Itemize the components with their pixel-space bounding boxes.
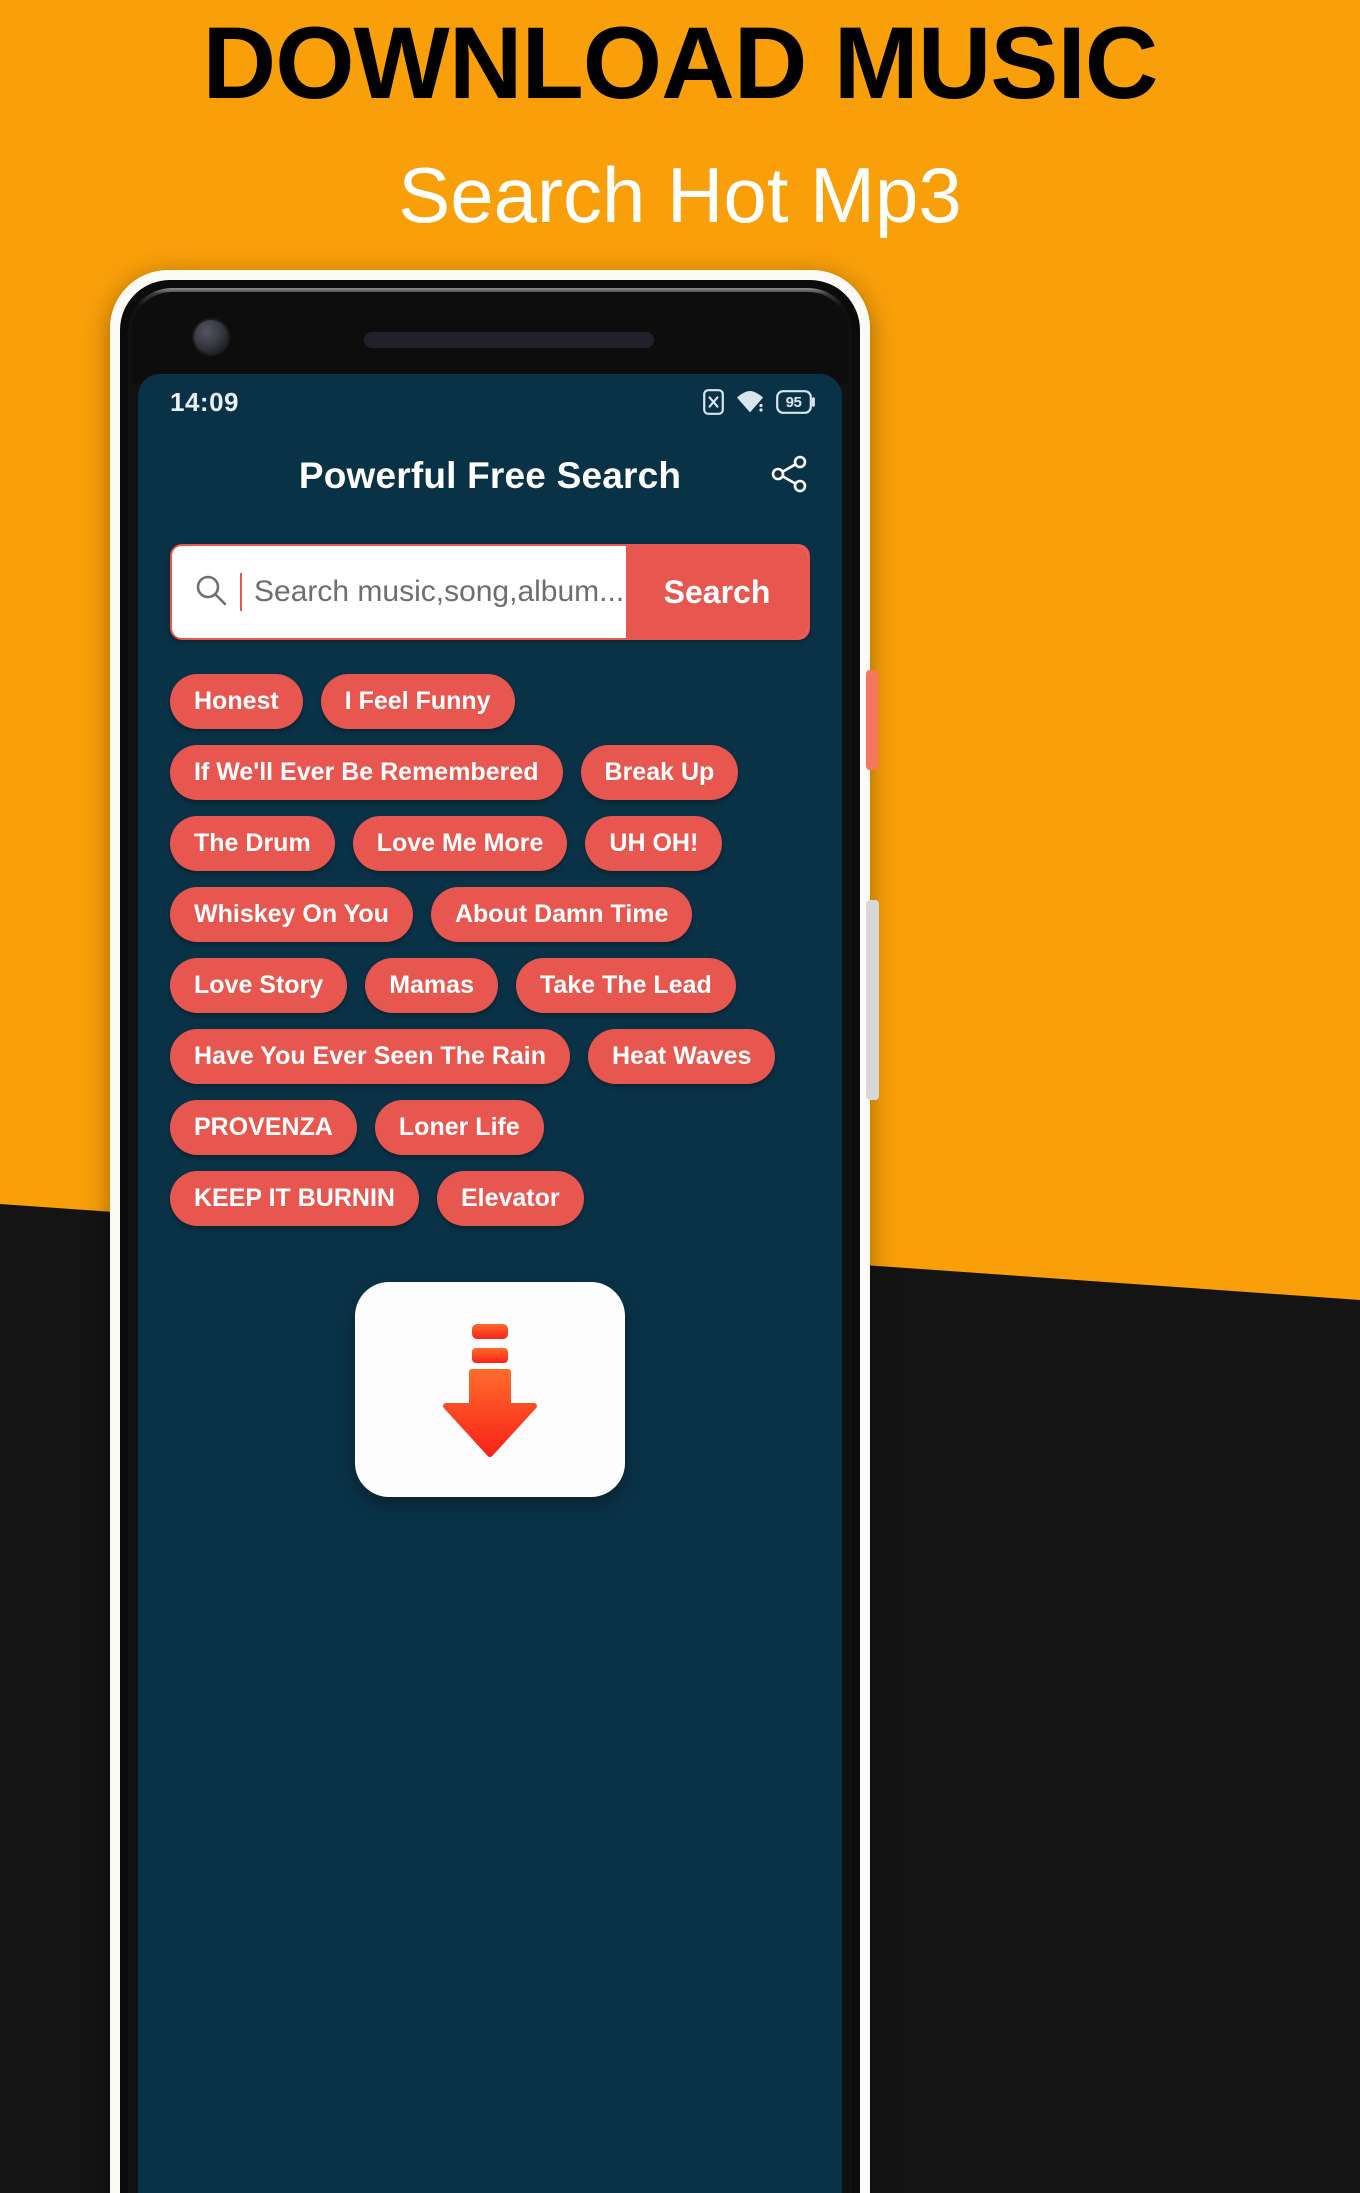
suggestion-chip[interactable]: UH OH!: [585, 816, 723, 871]
suggestion-chip[interactable]: Mamas: [365, 958, 498, 1013]
download-button[interactable]: [355, 1282, 625, 1497]
suggestion-chip[interactable]: Loner Life: [374, 1100, 544, 1155]
suggestion-chip[interactable]: Have You Ever Seen The Rain: [170, 1029, 570, 1084]
search-bar[interactable]: Search music,song,album..... Search: [170, 544, 810, 640]
suggestion-chip[interactable]: Love Story: [170, 958, 348, 1013]
text-caret: [240, 573, 242, 611]
suggestion-chip[interactable]: About Damn Time: [430, 887, 693, 942]
power-button[interactable]: [866, 670, 878, 770]
search-placeholder: Search music,song,album.....: [254, 575, 626, 608]
suggestion-chip[interactable]: KEEP IT BURNIN: [170, 1171, 419, 1226]
suggestion-chip[interactable]: PROVENZA: [170, 1100, 357, 1155]
suggestion-chip[interactable]: Break Up: [580, 745, 739, 800]
suggestion-chip[interactable]: Heat Waves: [588, 1029, 776, 1084]
suggestion-chip[interactable]: Elevator: [436, 1171, 584, 1226]
download-arrow-icon: [431, 1320, 549, 1460]
suggestion-chip-list: Honest I Feel Funny If We'll Ever Be Remem…: [138, 640, 842, 1226]
page-title: Powerful Free Search: [298, 455, 682, 496]
search-button[interactable]: Search: [626, 546, 808, 638]
share-icon: [769, 453, 811, 500]
search-icon: [194, 573, 228, 612]
promo-title: DOWNLOAD MUSIC: [202, 6, 1159, 120]
app-bar: Powerful Free Search: [138, 430, 842, 522]
suggestion-chip[interactable]: Honest: [170, 674, 303, 729]
suggestion-chip[interactable]: The Drum: [170, 816, 335, 871]
wifi-icon: [735, 389, 765, 415]
suggestion-chip[interactable]: Whiskey On You: [170, 887, 413, 942]
battery-level-text: 95: [785, 393, 802, 411]
status-bar: 14:09 95: [138, 374, 842, 430]
suggestion-chip[interactable]: If We'll Ever Be Remembered: [170, 745, 563, 800]
battery-icon: 95: [776, 390, 816, 414]
earpiece-speaker: [364, 332, 654, 348]
promo-screenshot: DOWNLOAD MUSIC Search Hot Mp3 14:09 95 P…: [0, 0, 1360, 2193]
app-screen: 14:09 95 Powerful Free Search Search mus…: [138, 374, 842, 2193]
suggestion-chip[interactable]: I Feel Funny: [320, 674, 515, 729]
sim-card-disabled-icon: [703, 389, 724, 415]
suggestion-chip[interactable]: Love Me More: [352, 816, 568, 871]
volume-rocker-button[interactable]: [866, 900, 879, 1100]
status-time: 14:09: [170, 386, 239, 417]
front-camera-icon: [194, 320, 228, 354]
search-input[interactable]: Search music,song,album.....: [172, 546, 626, 638]
phone-top-bar: [132, 292, 848, 384]
status-icon-group: 95: [703, 389, 816, 415]
share-button[interactable]: [766, 452, 814, 500]
promo-subtitle: Search Hot Mp3: [398, 151, 962, 239]
download-button-area: [138, 1226, 842, 1497]
suggestion-chip[interactable]: Take The Lead: [515, 958, 736, 1013]
promo-header: DOWNLOAD MUSIC Search Hot Mp3: [0, 0, 1360, 234]
phone-mockup: 14:09 95 Powerful Free Search Search mus…: [110, 270, 879, 2193]
